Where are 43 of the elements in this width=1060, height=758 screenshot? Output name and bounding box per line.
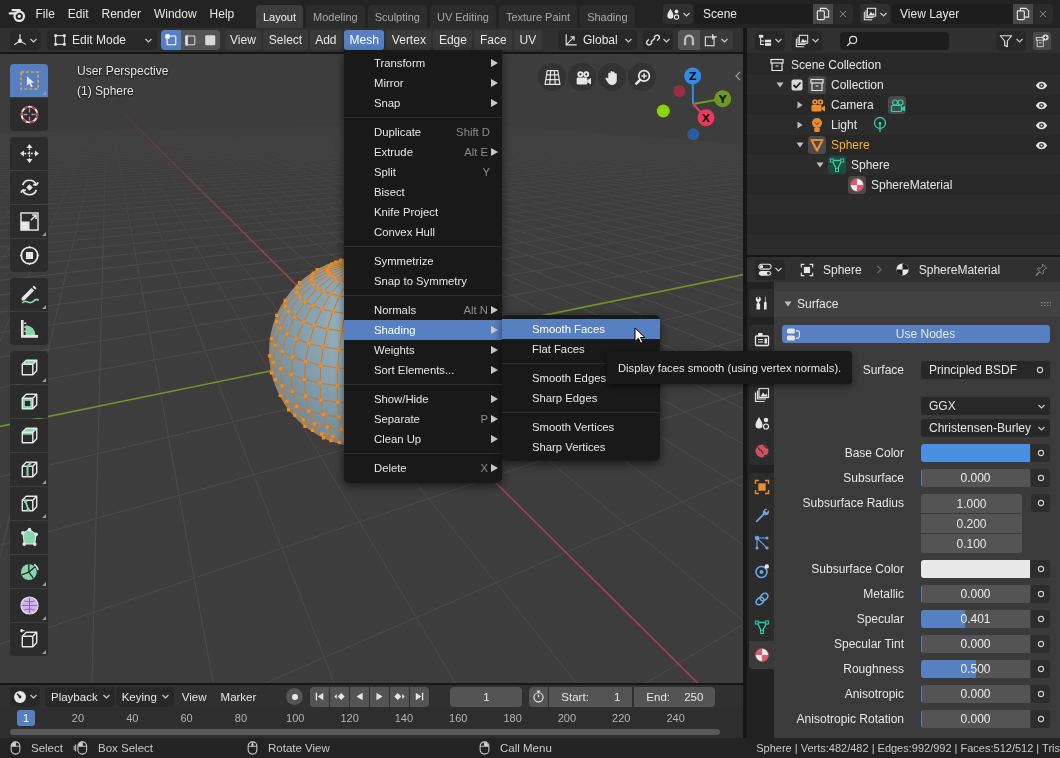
field-label: Start: (561, 690, 589, 703)
property-label: Specular Tint (833, 636, 904, 653)
frame-number: 180 (503, 712, 522, 724)
frame-number: 200 (557, 712, 577, 724)
material-name-label: SphereMaterial (918, 262, 1001, 277)
frame-number: 140 (394, 712, 414, 724)
field-value: 1 (613, 690, 621, 703)
hint-label: Box Select (98, 742, 153, 754)
shortcut-text: X (480, 462, 488, 474)
hint-label: Rotate View (268, 742, 330, 754)
property-label: Subsurface Radius (802, 495, 904, 512)
property-label: Anisotropic (844, 686, 904, 703)
shortcut-text: Shift D (456, 126, 490, 138)
frame-number: 120 (340, 712, 359, 724)
object-name-label: Sphere (823, 262, 862, 277)
tooltip: Display faces smooth (using vertex normals). (607, 351, 853, 384)
property-label: Anisotropic Rotation (796, 711, 904, 728)
hint-label: Select (31, 742, 63, 754)
shortcut-text: Y (482, 166, 490, 178)
scene-statistics: Sphere | Verts:482/482 | Edges:992/992 | Faces:512/512 | Tris (756, 742, 1060, 754)
shortcut-text: Alt E (464, 146, 488, 158)
property-label: Surface (862, 362, 904, 379)
property-label: Subsurface Color (811, 561, 904, 578)
property-label: Subsurface (843, 470, 904, 487)
field-label: End: (646, 690, 670, 703)
frame-number: 60 (180, 712, 193, 724)
frame-number: 40 (126, 712, 139, 724)
frame-number: 240 (666, 712, 685, 724)
frame-number: 100 (286, 712, 305, 724)
frame-number: 80 (234, 712, 248, 724)
property-label: Specular (856, 611, 904, 628)
property-label: Metallic (863, 586, 904, 603)
property-label: Base Color (844, 445, 904, 462)
shortcut-text: Alt N (463, 304, 488, 316)
shortcut-text: P (480, 413, 488, 425)
property-label: Roughness (843, 661, 904, 678)
hint-label: Call Menu (500, 742, 552, 754)
frame-number: 160 (449, 712, 468, 724)
active-object-label: (1) Sphere (77, 83, 134, 100)
field-value: 250 (684, 690, 704, 703)
view-name-label: User Perspective (77, 63, 169, 80)
frame-number: 20 (71, 712, 85, 724)
frame-number: 220 (612, 712, 631, 724)
